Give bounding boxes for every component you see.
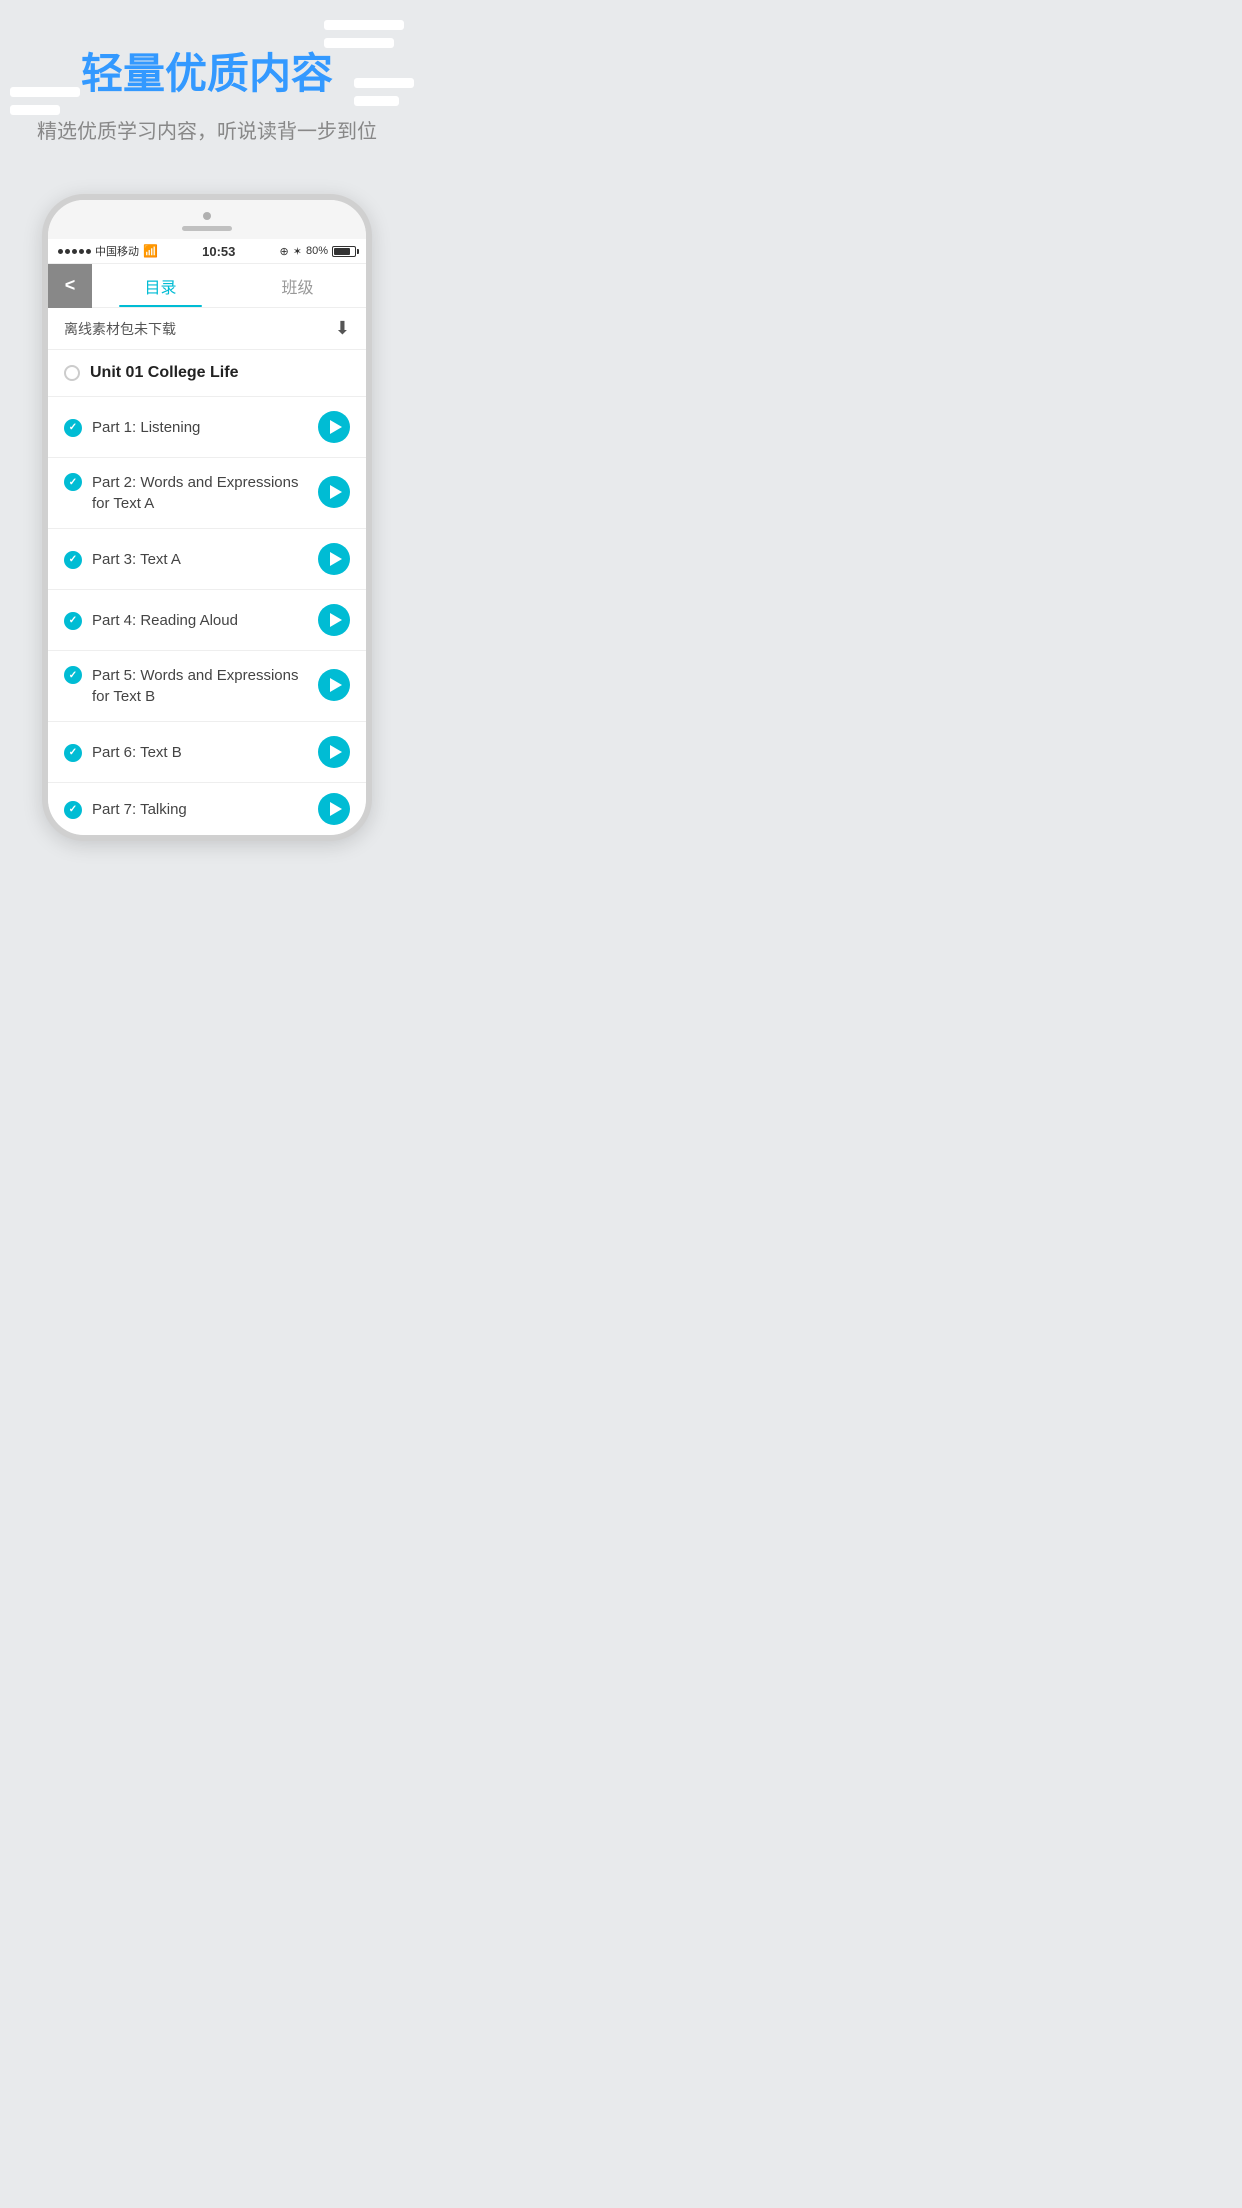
play-triangle-7 bbox=[330, 802, 342, 816]
check-icon-7 bbox=[64, 801, 82, 819]
deco-lines-right-mid bbox=[354, 78, 414, 106]
unit-title: Unit 01 College Life bbox=[90, 364, 238, 382]
phone-frame: 中国移动 📶 10:53 ⊕ ✶ 80% < 目录 bbox=[42, 194, 372, 841]
phone-mockup: 中国移动 📶 10:53 ⊕ ✶ 80% < 目录 bbox=[0, 194, 414, 841]
status-time: 10:53 bbox=[202, 244, 235, 259]
part-item-4[interactable]: Part 4: Reading Aloud bbox=[48, 590, 366, 651]
back-button[interactable]: < bbox=[48, 264, 92, 308]
check-icon-1 bbox=[64, 419, 82, 437]
play-triangle-6 bbox=[330, 745, 342, 759]
signal-dots bbox=[58, 249, 91, 254]
download-text: 离线素材包未下载 bbox=[64, 319, 176, 339]
tab-class[interactable]: 班级 bbox=[229, 264, 366, 307]
play-button-7[interactable] bbox=[318, 793, 350, 825]
wifi-icon: 📶 bbox=[143, 244, 158, 258]
play-triangle-1 bbox=[330, 420, 342, 434]
nav-tabs: 目录 班级 bbox=[92, 264, 366, 307]
tab-class-label: 班级 bbox=[281, 274, 313, 298]
check-icon-6 bbox=[64, 744, 82, 762]
part-item-3[interactable]: Part 3: Text A bbox=[48, 529, 366, 590]
phone-top-hardware bbox=[48, 200, 366, 239]
play-button-2[interactable] bbox=[318, 476, 350, 508]
check-icon-2 bbox=[64, 473, 82, 491]
check-icon-4 bbox=[64, 612, 82, 630]
part-item-1[interactable]: Part 1: Listening bbox=[48, 397, 366, 458]
status-right: ⊕ ✶ 80% bbox=[280, 245, 356, 258]
bluetooth-icon: ✶ bbox=[293, 245, 302, 258]
play-button-4[interactable] bbox=[318, 604, 350, 636]
play-button-6[interactable] bbox=[318, 736, 350, 768]
play-button-1[interactable] bbox=[318, 411, 350, 443]
play-triangle-2 bbox=[330, 485, 342, 499]
play-button-3[interactable] bbox=[318, 543, 350, 575]
check-icon-5 bbox=[64, 666, 82, 684]
battery-bar bbox=[332, 246, 356, 257]
location-icon: ⊕ bbox=[280, 245, 289, 258]
play-button-5[interactable] bbox=[318, 669, 350, 701]
battery-percent: 80% bbox=[306, 245, 328, 257]
part-label-6: Part 6: Text B bbox=[92, 742, 308, 763]
part-item-7[interactable]: Part 7: Talking bbox=[48, 783, 366, 835]
nav-bar: < 目录 班级 bbox=[48, 264, 366, 308]
part-label-4: Part 4: Reading Aloud bbox=[92, 610, 308, 631]
back-arrow-icon: < bbox=[65, 275, 76, 296]
download-bar: 离线素材包未下载 ⬇ bbox=[48, 308, 366, 350]
tab-catalog[interactable]: 目录 bbox=[92, 264, 229, 307]
part-item-5[interactable]: Part 5: Words and Expressions for Text B bbox=[48, 651, 366, 722]
play-triangle-4 bbox=[330, 613, 342, 627]
part-item-6[interactable]: Part 6: Text B bbox=[48, 722, 366, 783]
deco-lines-top-right bbox=[324, 20, 404, 48]
unit-header[interactable]: Unit 01 College Life bbox=[48, 350, 366, 397]
status-bar: 中国移动 📶 10:53 ⊕ ✶ 80% bbox=[48, 239, 366, 264]
carrier-label: 中国移动 bbox=[95, 243, 139, 259]
part-item-2[interactable]: Part 2: Words and Expressions for Text A bbox=[48, 458, 366, 529]
phone-camera bbox=[203, 212, 211, 220]
part-label-7: Part 7: Talking bbox=[92, 799, 308, 820]
part-label-5: Part 5: Words and Expressions for Text B bbox=[92, 665, 308, 707]
phone-speaker bbox=[182, 226, 232, 231]
tab-catalog-label: 目录 bbox=[144, 274, 176, 298]
play-triangle-5 bbox=[330, 678, 342, 692]
battery-fill bbox=[334, 248, 350, 255]
deco-lines-left bbox=[10, 87, 80, 115]
part-label-3: Part 3: Text A bbox=[92, 549, 308, 570]
play-triangle-3 bbox=[330, 552, 342, 566]
hero-subtitle: 精选优质学习内容，听说读背一步到位 bbox=[37, 115, 377, 144]
check-icon-3 bbox=[64, 551, 82, 569]
status-left: 中国移动 📶 bbox=[58, 243, 158, 259]
unit-circle-icon bbox=[64, 365, 80, 381]
part-label-1: Part 1: Listening bbox=[92, 417, 308, 438]
hero-main-title: 轻量优质内容 bbox=[81, 40, 333, 101]
part-label-2: Part 2: Words and Expressions for Text A bbox=[92, 472, 308, 514]
download-icon[interactable]: ⬇ bbox=[335, 318, 350, 339]
